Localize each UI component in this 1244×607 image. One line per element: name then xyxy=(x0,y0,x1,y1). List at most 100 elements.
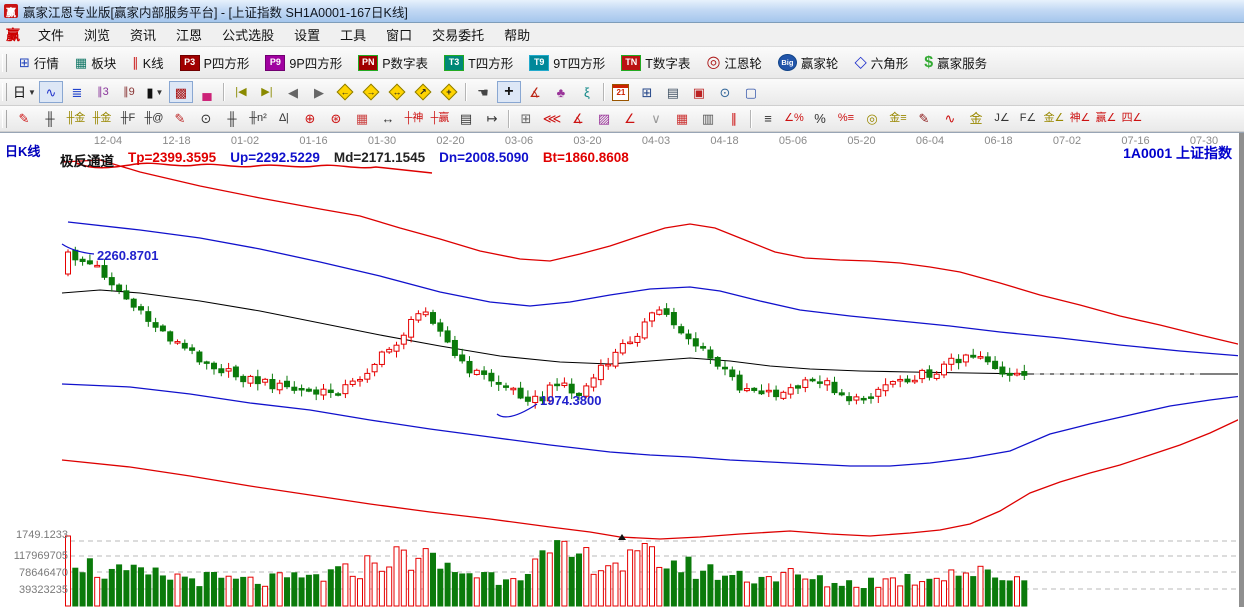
prev-bar-button[interactable]: ◀ xyxy=(281,81,305,103)
win-angle-button[interactable]: 赢∠ xyxy=(1094,108,1118,130)
shen-grid-button[interactable]: ┼神 xyxy=(402,108,426,130)
title-bar[interactable]: 赢 赢家江恩专业版[赢家内部服务平台] - [上证指数 SH1A0001-167… xyxy=(0,0,1244,23)
toolbar-grip[interactable] xyxy=(2,109,7,128)
right-scrollbar[interactable] xyxy=(1238,133,1244,607)
diamond-expand-button[interactable]: ↗ xyxy=(411,81,435,103)
spiral-grid-button[interactable]: ╫@ xyxy=(142,108,166,130)
ruler-grid-button[interactable]: ▤ xyxy=(454,108,478,130)
shen-angle-button[interactable]: 神∠ xyxy=(1068,108,1092,130)
fan-lines-button[interactable]: ⋘ xyxy=(540,108,564,130)
diamond-left-button[interactable]: ← xyxy=(333,81,357,103)
p-number-table-button[interactable]: PN P数字表 xyxy=(351,49,435,76)
j-angle-button[interactable]: J∠ xyxy=(990,108,1014,130)
nine-bar-button[interactable]: ∥9 xyxy=(117,81,141,103)
percent-lines-button[interactable]: %≡ xyxy=(834,108,858,130)
first-bar-button[interactable]: |◀ xyxy=(229,81,253,103)
quotes-button[interactable]: ⊞ 行情 xyxy=(12,49,66,76)
menu-browse[interactable]: 浏览 xyxy=(74,23,120,46)
menu-window[interactable]: 窗口 xyxy=(376,23,422,46)
calculator-button[interactable]: ⊞ xyxy=(635,81,659,103)
menu-trade[interactable]: 交易委托 xyxy=(422,23,494,46)
plain-grid-button[interactable]: ╫ xyxy=(220,108,244,130)
target-circle-button[interactable]: ⊕ xyxy=(298,108,322,130)
parallel-lines-button[interactable]: ∥ xyxy=(722,108,746,130)
kline-button[interactable]: ∥ K线 xyxy=(125,49,170,76)
percent-angle-button[interactable]: ∠% xyxy=(782,108,806,130)
9t-square-button[interactable]: T9 9T四方形 xyxy=(522,49,612,76)
calendar-button[interactable]: 21 xyxy=(609,81,633,103)
n2-grid-button[interactable]: ╫n² xyxy=(246,108,270,130)
histogram-button[interactable]: ▄ xyxy=(195,81,219,103)
9p-square-button[interactable]: P9 9P四方形 xyxy=(258,49,349,76)
f-angle-button[interactable]: F∠ xyxy=(1016,108,1040,130)
chart-canvas[interactable] xyxy=(0,133,1244,607)
t-square-button[interactable]: T3 T四方形 xyxy=(437,49,520,76)
crosshair-tool-button[interactable]: + xyxy=(496,81,521,103)
brush2-tool-button[interactable]: ✎ xyxy=(168,108,192,130)
computer-button[interactable]: ▢ xyxy=(739,81,763,103)
gold-grid-button[interactable]: ╫金 xyxy=(64,108,88,130)
diamond-right-button[interactable]: → xyxy=(359,81,383,103)
angle-lines-button[interactable]: ∠ xyxy=(618,108,642,130)
percent-button[interactable]: % xyxy=(808,108,832,130)
hand-tool-button[interactable]: ☚ xyxy=(471,81,495,103)
info-note-button[interactable]: ≣ xyxy=(65,81,89,103)
pattern-button[interactable]: ▩ xyxy=(168,81,193,103)
span-arrow-button[interactable]: ↦ xyxy=(480,108,504,130)
fan-box-button[interactable]: ∡ xyxy=(566,108,590,130)
last-bar-button[interactable]: ▶| xyxy=(255,81,279,103)
next-bar-button[interactable]: ▶ xyxy=(307,81,331,103)
brush-tool-button[interactable]: ✎ xyxy=(12,108,36,130)
grid-tool-button[interactable]: ╫ xyxy=(38,108,62,130)
toolbar-grip[interactable] xyxy=(2,83,7,101)
wave-box-button[interactable]: ∿ xyxy=(938,108,962,130)
four-angle-button[interactable]: 四∠ xyxy=(1120,108,1144,130)
winner-wheel-button[interactable]: Big 赢家轮 xyxy=(771,49,846,76)
curve-chart-button[interactable]: ∿ xyxy=(38,81,63,103)
diamond-hmove-button[interactable]: ↔ xyxy=(385,81,409,103)
v-lines-button[interactable]: ∨ xyxy=(644,108,668,130)
menu-formula-picker[interactable]: 公式选股 xyxy=(212,23,284,46)
gann-shape-button[interactable]: ♣ xyxy=(549,81,573,103)
hlines-button[interactable]: ≡ xyxy=(756,108,780,130)
menu-gann[interactable]: 江恩 xyxy=(166,23,212,46)
web-tool-button[interactable]: ⊛ xyxy=(324,108,348,130)
winner-service-button[interactable]: $ 赢家服务 xyxy=(917,49,994,76)
gold-band-button[interactable]: 金 xyxy=(964,108,988,130)
t-number-table-button[interactable]: TN T数字表 xyxy=(614,49,697,76)
fan-box2-button[interactable]: ▨ xyxy=(592,108,616,130)
save-button[interactable]: ▣ xyxy=(687,81,711,103)
wave-shape-button[interactable]: ξ xyxy=(575,81,599,103)
menu-file[interactable]: 文件 xyxy=(28,23,74,46)
diamond-center-button[interactable]: + xyxy=(437,81,461,103)
gann-wheel-button[interactable]: ◎ 江恩轮 xyxy=(699,49,768,76)
red-grid-button[interactable]: ▦ xyxy=(670,108,694,130)
menu-help[interactable]: 帮助 xyxy=(494,23,540,46)
f-grid-button[interactable]: ╫F xyxy=(116,108,140,130)
gold-grid2-button[interactable]: ╫金 xyxy=(90,108,114,130)
gold-circle-button[interactable]: ◎ xyxy=(860,108,884,130)
angle-tool-button[interactable]: ∡ xyxy=(523,81,547,103)
sectors-button[interactable]: ▦ 板块 xyxy=(68,49,123,76)
menu-tools[interactable]: 工具 xyxy=(330,23,376,46)
gold-angle-button[interactable]: 金∠ xyxy=(1042,108,1066,130)
menu-settings[interactable]: 设置 xyxy=(284,23,330,46)
win-grid-button[interactable]: ┼赢 xyxy=(428,108,452,130)
measure-tool-button[interactable]: ↔ xyxy=(376,108,400,130)
history-button[interactable]: ⊙ xyxy=(713,81,737,103)
toolbar-grip[interactable] xyxy=(2,53,7,72)
menu-news[interactable]: 资讯 xyxy=(120,23,166,46)
pin-tool-button[interactable]: ✎ xyxy=(912,108,936,130)
gold-lines-button[interactable]: 金≡ xyxy=(886,108,910,130)
circle-grid-button[interactable]: ⊙ xyxy=(194,108,218,130)
angle-flag-button[interactable]: ∆| xyxy=(272,108,296,130)
three-bar-button[interactable]: ∥3 xyxy=(91,81,115,103)
red-grid2-button[interactable]: ▥ xyxy=(696,108,720,130)
notepad-button[interactable]: ▤ xyxy=(661,81,685,103)
grid-box-button[interactable]: ▦ xyxy=(350,108,374,130)
p-square-button[interactable]: P3 P四方形 xyxy=(173,49,257,76)
period-day-dropdown[interactable]: 日 ▼ xyxy=(12,81,37,103)
hexagon-button[interactable]: ◇ 六角形 xyxy=(847,49,915,76)
candle-style-dropdown[interactable]: ▮ ▼ xyxy=(143,81,167,103)
box-lines-button[interactable]: ⊞ xyxy=(514,108,538,130)
